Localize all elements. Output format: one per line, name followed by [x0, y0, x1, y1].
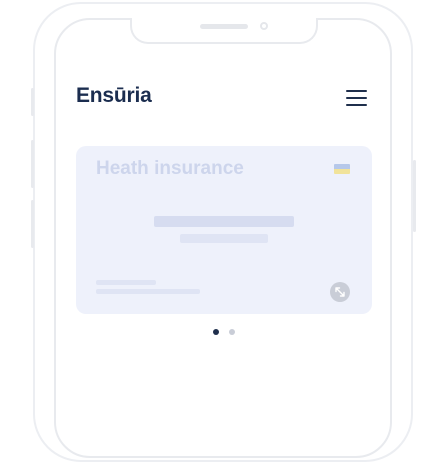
placeholder-bar [180, 234, 268, 243]
menu-line [346, 104, 367, 106]
phone-notch [130, 18, 318, 44]
insurance-card[interactable]: Heath insurance [76, 146, 372, 314]
card-title: Heath insurance [96, 158, 244, 179]
expand-arrows-icon[interactable] [330, 282, 350, 302]
placeholder-bar [96, 289, 200, 294]
placeholder-bar [154, 216, 294, 227]
pagination-dot[interactable] [229, 329, 235, 335]
placeholder-bar [96, 280, 156, 285]
camera-icon [260, 22, 268, 30]
side-button [31, 140, 34, 188]
speaker-grille [200, 24, 248, 29]
side-button [31, 200, 34, 248]
menu-line [346, 97, 367, 99]
side-button [413, 160, 416, 232]
hamburger-menu-icon[interactable] [344, 88, 370, 108]
flag-icon [334, 164, 350, 174]
side-button [31, 88, 34, 116]
menu-line [346, 90, 367, 92]
brand-logo[interactable]: Ensūria [76, 84, 152, 108]
pagination-dot-active[interactable] [213, 329, 219, 335]
